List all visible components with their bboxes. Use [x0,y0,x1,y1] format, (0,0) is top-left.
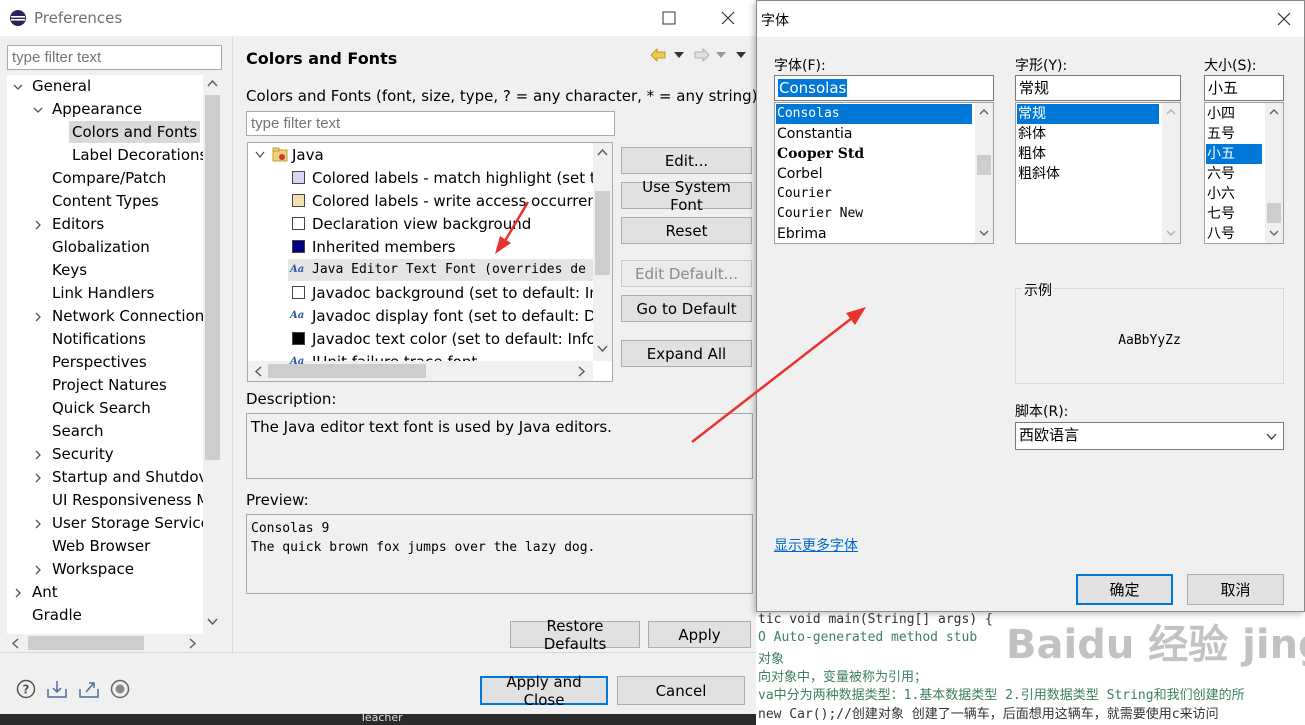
red-arrow-annotation [691,307,866,443]
annotation-overlay [495,201,866,443]
red-arrow-annotation [495,201,530,254]
